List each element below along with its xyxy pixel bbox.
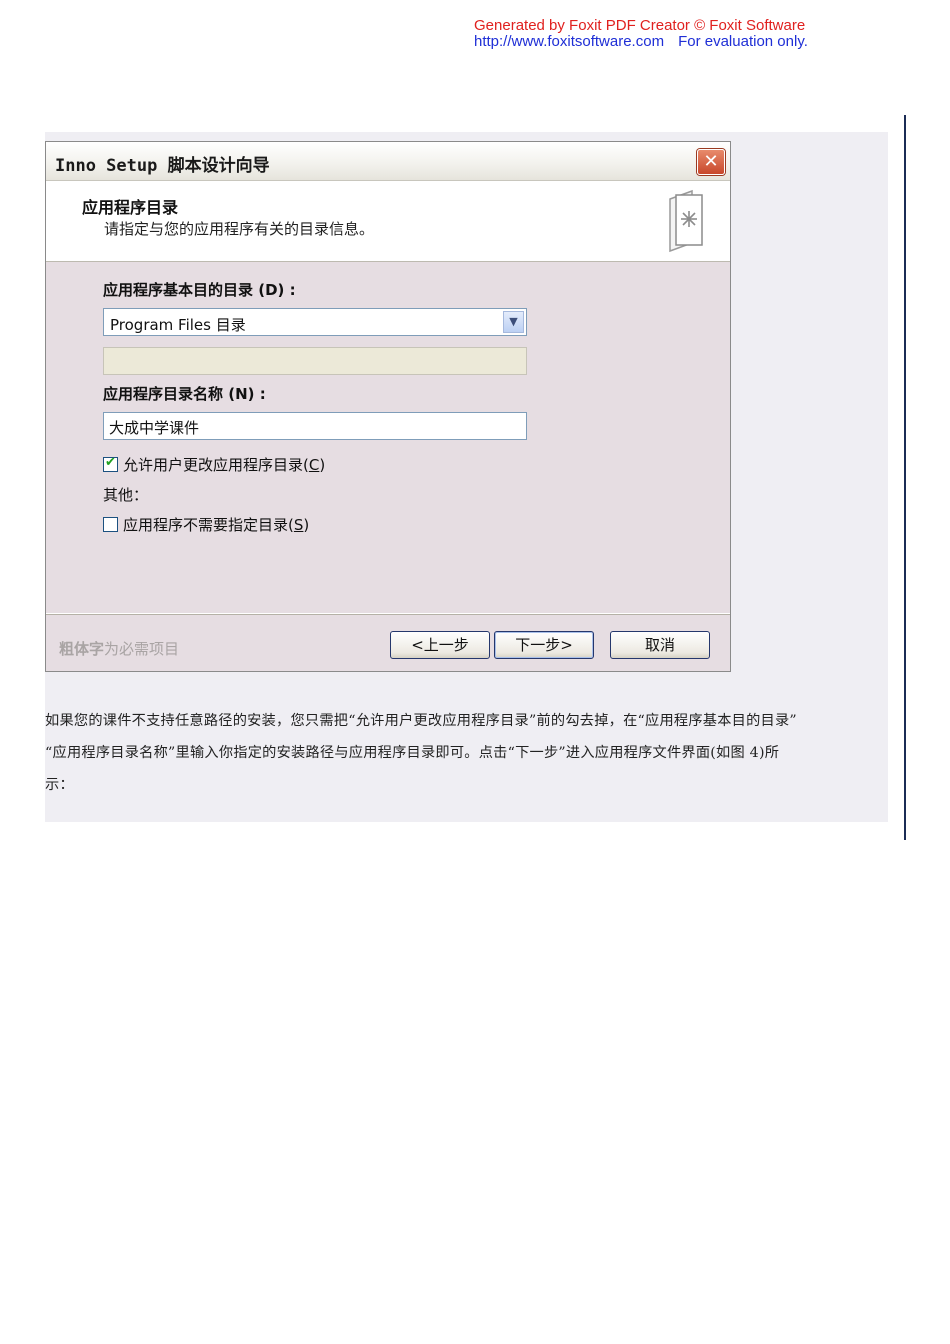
folder-name-value: 大成中学课件 (109, 419, 200, 437)
next-button[interactable]: 下一步> (494, 631, 594, 659)
allow-change-checkbox[interactable]: ✔ (103, 455, 118, 472)
other-label: 其他： (103, 486, 149, 504)
watermark-line-1: Generated by Foxit PDF Creator © Foxit S… (474, 17, 806, 34)
window-title: Inno Setup 脚本设计向导 (55, 156, 270, 176)
no-dir-label: 应用程序不需要指定目录(S) (123, 516, 310, 534)
watermark-note: For evaluation only. (678, 33, 808, 50)
folder-name-input[interactable]: 大成中学课件 (103, 412, 527, 440)
description-paragraph: 如果您的课件不支持任意路径的安装，您只需把“允许用户更改应用程序目录”前的勾去掉… (45, 705, 888, 801)
paragraph-line-2: “应用程序目录名称”里输入你指定的安装路径与应用程序目录即可。点击“下一步”进入… (45, 745, 780, 761)
allow-change-label: 允许用户更改应用程序目录(C) (123, 456, 326, 474)
close-icon[interactable]: ✕ (697, 149, 725, 175)
no-dir-checkbox-row[interactable]: 应用程序不需要指定目录(S) (103, 514, 309, 535)
footer-divider (46, 614, 730, 615)
required-fields-note: 粗体字为必需项目 (59, 640, 180, 658)
allow-change-checkbox-row[interactable]: ✔ 允许用户更改应用程序目录(C) (103, 454, 325, 475)
wizard-footer: 粗体字为必需项目 <上一步 下一步> 取消 (46, 613, 730, 671)
right-border-rule (904, 115, 906, 840)
wizard-header: 应用程序目录 请指定与您的应用程序有关的目录信息。 (46, 181, 730, 262)
checkmark-icon: ✔ (105, 455, 116, 470)
back-button[interactable]: <上一步 (390, 631, 490, 659)
no-dir-checkbox[interactable] (103, 517, 118, 532)
base-dir-value: Program Files 目录 (110, 316, 246, 334)
cancel-button[interactable]: 取消 (610, 631, 710, 659)
wizard-content: 应用程序基本目的目录 (D) : Program Files 目录 ▼ 应用程序… (46, 262, 730, 613)
chevron-down-icon[interactable]: ▼ (503, 311, 524, 333)
watermark-line-2: http://www.foxitsoftware.com For evaluati… (474, 34, 808, 50)
setup-wizard-dialog: Inno Setup 脚本设计向导 ✕ 应用程序目录 请指定与您的应用程序有关的… (45, 141, 731, 672)
paragraph-line-1: 如果您的课件不支持任意路径的安装，您只需把“允许用户更改应用程序目录”前的勾去掉… (45, 713, 797, 729)
folder-name-label: 应用程序目录名称 (N) : (103, 385, 266, 403)
page-subtitle: 请指定与您的应用程序有关的目录信息。 (104, 220, 375, 238)
foxit-watermark: Generated by Foxit PDF Creator © Foxit S… (474, 18, 808, 50)
custom-dir-input (103, 347, 527, 375)
page-title: 应用程序目录 (82, 198, 179, 217)
title-bar[interactable]: Inno Setup 脚本设计向导 ✕ (46, 142, 730, 181)
base-dir-select[interactable]: Program Files 目录 ▼ (103, 308, 527, 336)
watermark-url: http://www.foxitsoftware.com (474, 33, 665, 50)
wizard-page-icon (669, 189, 703, 253)
base-dir-label: 应用程序基本目的目录 (D) : (103, 281, 296, 299)
paragraph-line-3: 示： (45, 777, 74, 793)
